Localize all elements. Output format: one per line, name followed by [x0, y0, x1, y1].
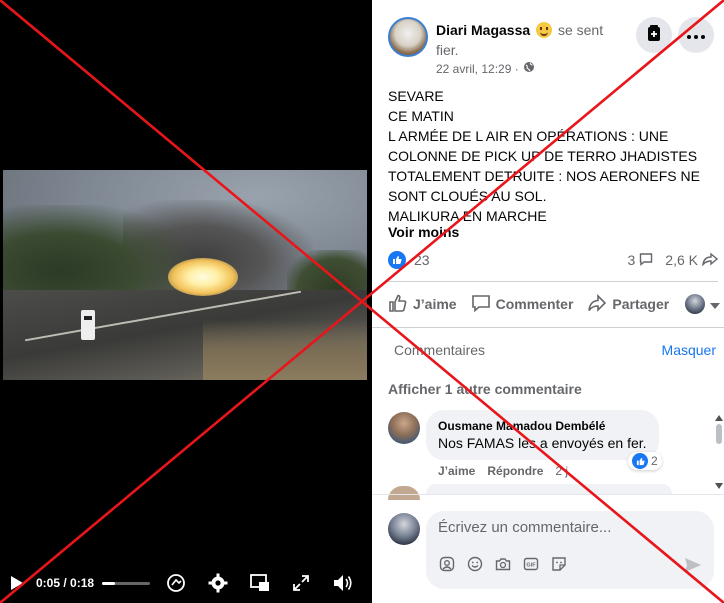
captions-icon[interactable]: [166, 573, 186, 593]
video-player[interactable]: 0:05 / 0:18: [0, 0, 372, 603]
comment-label: Commenter: [495, 296, 574, 312]
commenter-avatar[interactable]: [388, 412, 420, 444]
comments-header: Commentaires Masquer: [372, 327, 724, 371]
comment-input[interactable]: [438, 519, 688, 536]
author-name[interactable]: Diari Magassa: [436, 22, 530, 38]
play-icon[interactable]: [10, 575, 24, 591]
comment-age[interactable]: 2 j: [555, 464, 568, 478]
comment-count-icon: [639, 252, 653, 269]
avatar-sticker-icon[interactable]: [438, 555, 456, 573]
share-count-icon: [701, 252, 719, 269]
more-options-button[interactable]: [678, 17, 714, 53]
settings-gear-icon[interactable]: [208, 573, 228, 593]
send-icon[interactable]: [684, 557, 702, 578]
svg-text:GIF: GIF: [526, 563, 536, 569]
hide-comments-link[interactable]: Masquer: [662, 342, 716, 358]
save-post-button[interactable]: [636, 17, 672, 53]
video-progress-fill: [102, 581, 116, 585]
comment-icon: [471, 293, 491, 316]
post-header: Diari Magassa se sent fier.: [436, 20, 618, 60]
post-text: SEVARE CE MATIN L ARMÉE DE L AIR EN OPÉR…: [388, 88, 700, 224]
video-frame[interactable]: [3, 170, 367, 380]
post-actions: J’aime Commenter Partager: [388, 286, 722, 322]
emoji-icon[interactable]: [466, 555, 484, 573]
video-explosion: [168, 258, 238, 296]
next-commenter-avatar[interactable]: [388, 486, 420, 500]
profile-avatar-small: [685, 294, 706, 314]
post-stats: 23 3 2,6 K: [388, 250, 719, 270]
video-road-post: [81, 310, 95, 340]
ellipsis-icon: [687, 26, 705, 44]
commenter-name[interactable]: Ousmane Mamadou Dembélé: [438, 418, 647, 434]
video-controls: 0:05 / 0:18: [0, 563, 372, 603]
camera-icon[interactable]: [494, 555, 512, 573]
comment-text: Nos FAMAS les a envoyés en fer.: [438, 435, 647, 451]
share-label: Partager: [612, 296, 670, 312]
video-progress-bar[interactable]: [102, 581, 151, 585]
like-reaction-icon[interactable]: [388, 251, 406, 269]
gif-icon[interactable]: GIF: [522, 555, 540, 573]
comment-like-icon: [632, 453, 648, 469]
fullscreen-icon[interactable]: [292, 574, 310, 592]
comment-composer[interactable]: GIF: [426, 511, 714, 589]
scroll-thumb[interactable]: [716, 424, 722, 444]
comments-count[interactable]: 3: [628, 252, 636, 268]
screen: 0:05 / 0:18 Diari Magassa se sent fier. …: [0, 0, 724, 603]
comment-button[interactable]: Commenter: [471, 293, 574, 316]
volume-icon[interactable]: [332, 573, 354, 593]
comments-scrollbar[interactable]: [714, 408, 723, 494]
share-icon: [587, 293, 607, 316]
composer-tools: GIF: [438, 555, 568, 573]
video-grass: [203, 320, 367, 380]
post-panel: Diari Magassa se sent fier. 22 avril, 12…: [372, 0, 724, 603]
composer-avatar[interactable]: [388, 513, 420, 545]
shares-count[interactable]: 2,6 K: [665, 252, 698, 268]
next-comment-bubble: [426, 484, 672, 494]
author-avatar[interactable]: [388, 17, 428, 57]
comment-like-link[interactable]: J’aime: [438, 464, 475, 478]
like-button[interactable]: J’aime: [388, 293, 457, 316]
comments-list-edge: [372, 494, 724, 495]
post-meta: 22 avril, 12:29 ·: [436, 61, 535, 76]
view-more-comments-link[interactable]: Afficher 1 autre commentaire: [388, 381, 582, 397]
globe-icon: [523, 61, 535, 76]
post-timestamp[interactable]: 22 avril, 12:29 ·: [436, 62, 519, 76]
miniplayer-icon[interactable]: [250, 574, 270, 592]
divider-top: [388, 281, 718, 282]
share-button[interactable]: Partager: [587, 293, 669, 316]
comment-reactions[interactable]: 2: [628, 452, 662, 470]
comment-reply-link[interactable]: Répondre: [487, 464, 543, 478]
sticker-icon[interactable]: [550, 555, 568, 573]
like-label: J’aime: [413, 296, 457, 312]
comment-likes-count: 2: [651, 454, 658, 468]
scroll-down-arrow-icon[interactable]: [715, 476, 723, 494]
reactions-count[interactable]: 23: [414, 252, 430, 268]
comments-title: Commentaires: [394, 341, 486, 358]
bookmark-plus-icon: [646, 24, 662, 47]
caret-down-icon: [710, 296, 721, 312]
video-time: 0:05 / 0:18: [36, 576, 95, 590]
comment-actions: J’aime Répondre 2 j: [438, 464, 568, 478]
see-less-link[interactable]: Voir moins: [388, 224, 459, 240]
smiley-icon: [536, 22, 553, 38]
audience-selector[interactable]: [685, 294, 721, 314]
thumbs-up-icon: [388, 293, 408, 316]
comment-bubble: Ousmane Mamadou Dembélé Nos FAMAS les a …: [426, 410, 659, 460]
